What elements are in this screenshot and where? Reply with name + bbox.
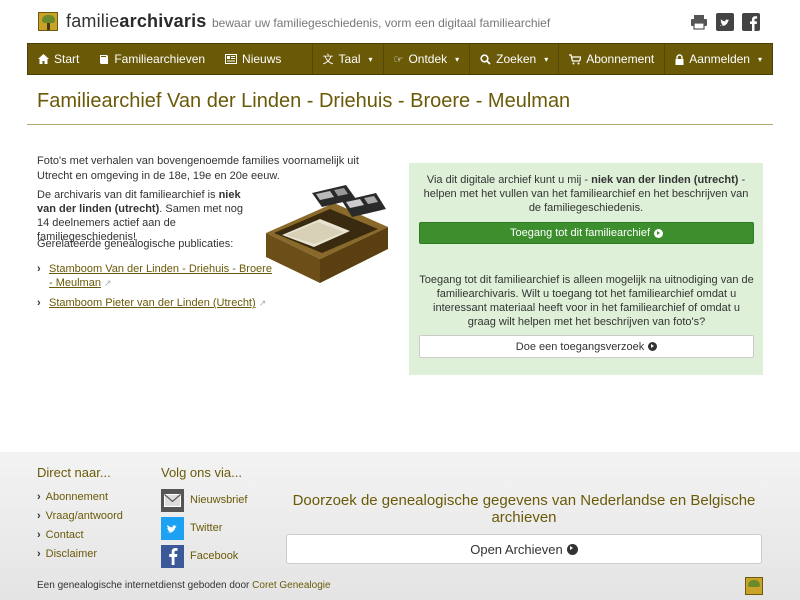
coret-genealogie-link[interactable]: Coret Genealogie: [252, 580, 330, 591]
panel-access-text: Toegang tot dit familiearchief is alleen…: [419, 274, 754, 328]
archive-search-title: Doorzoek de genealogische gegevens van N…: [292, 492, 756, 526]
circle-arrow-right-icon: [648, 342, 658, 351]
chevron-right-icon: ›: [37, 547, 41, 560]
nav-abonnement[interactable]: Abonnement: [558, 44, 664, 74]
circle-arrow-right-icon: [654, 228, 664, 238]
nav-zoeken[interactable]: Zoeken ▾: [469, 44, 558, 74]
tree-logo-icon[interactable]: [38, 12, 58, 31]
chevron-right-icon: ›: [37, 509, 41, 522]
page-title: Familiearchief Van der Linden - Driehuis…: [37, 90, 571, 112]
publication-link[interactable]: Stamboom Van der Linden - Driehuis - Bro…: [49, 263, 272, 289]
publication-list: › Stamboom Van der Linden - Driehuis - B…: [37, 262, 277, 316]
twitter-icon[interactable]: [716, 13, 734, 31]
chevron-right-icon: ›: [37, 528, 41, 541]
lock-icon: [675, 53, 684, 65]
site-tagline: bewaar uw familiegeschiedenis, vorm een …: [212, 16, 551, 30]
nav-familiearchieven[interactable]: Familiearchieven: [89, 44, 215, 74]
envelope-icon: [161, 488, 184, 512]
chevron-right-icon: ›: [37, 297, 41, 309]
chevron-down-icon: ▾: [757, 54, 762, 64]
archive-box-image: [264, 185, 390, 285]
footer-credit: Een genealogische internetdienst geboden…: [37, 580, 331, 591]
chevron-right-icon: ›: [37, 490, 41, 503]
main-navbar: Start Familiearchieven Nieuws 文 Taal ▾ ☞…: [27, 43, 773, 75]
footer-direct-list: › Abonnement › Vraag/antwoord › Contact › Di…: [37, 487, 123, 563]
nav-taal[interactable]: 文 Taal ▾: [311, 44, 383, 74]
facebook-icon[interactable]: [742, 13, 760, 31]
footer-link-abonnement[interactable]: › Abonnement: [37, 487, 123, 506]
nav-aanmelden[interactable]: Aanmelden ▾: [664, 44, 772, 74]
chevron-down-icon: ▾: [544, 54, 549, 64]
footer-direct-heading: Direct naar...: [37, 465, 111, 480]
list-item: › Stamboom Pieter van der Linden (Utrech…: [37, 296, 277, 310]
social-twitter[interactable]: Twitter: [161, 514, 247, 542]
home-icon: [38, 54, 49, 64]
cart-icon: [569, 53, 582, 64]
title-divider: [27, 124, 773, 125]
chevron-down-icon: ▾: [455, 54, 460, 64]
chevron-right-icon: ›: [37, 263, 41, 275]
footer-link-contact[interactable]: › Contact: [37, 525, 123, 544]
panel-intro-text: Via dit digitale archief kunt u mij - ni…: [423, 174, 749, 214]
hand-pointer-icon: ☞: [393, 53, 404, 66]
circle-arrow-right-icon: [566, 543, 578, 555]
access-archive-button[interactable]: Toegang tot dit familiearchief: [419, 222, 754, 244]
tree-logo-icon[interactable]: [745, 577, 763, 595]
access-panel: Via dit digitale archief kunt u mij - ni…: [409, 163, 763, 375]
language-icon: 文: [322, 54, 334, 66]
open-archives-button[interactable]: Open Archieven: [286, 534, 762, 564]
twitter-icon: [161, 516, 184, 540]
archive-intro: Foto's met verhalen van bovengenoemde fa…: [37, 155, 359, 182]
nav-nieuws[interactable]: Nieuws: [215, 44, 291, 74]
external-link-icon: ↗: [104, 278, 112, 288]
top-header: familiearchivaris bewaar uw familiegesch…: [0, 0, 800, 42]
list-item: › Stamboom Van der Linden - Driehuis - B…: [37, 262, 277, 290]
search-icon: [480, 53, 491, 65]
newspaper-icon: [225, 54, 238, 64]
nav-ontdek[interactable]: ☞ Ontdek ▾: [382, 44, 470, 74]
request-access-button[interactable]: Doe een toegangsverzoek: [419, 335, 754, 358]
book-icon: [100, 54, 109, 64]
site-logo-text[interactable]: familiearchivaris: [66, 11, 206, 32]
footer-link-faq[interactable]: › Vraag/antwoord: [37, 506, 123, 525]
related-label: Gerelateerde genealogische publicaties:: [37, 238, 234, 250]
top-icons: [690, 13, 760, 31]
footer-follow-heading: Volg ons via...: [161, 465, 242, 480]
facebook-icon: [161, 544, 184, 568]
print-icon[interactable]: [690, 13, 708, 31]
external-link-icon: ↗: [258, 298, 267, 308]
nav-start[interactable]: Start: [28, 44, 89, 74]
chevron-down-icon: ▾: [368, 54, 373, 64]
social-links: Nieuwsbrief Twitter Facebook: [161, 486, 247, 570]
social-facebook[interactable]: Facebook: [161, 542, 247, 570]
footer-link-disclaimer[interactable]: › Disclaimer: [37, 544, 123, 563]
social-newsletter[interactable]: Nieuwsbrief: [161, 486, 247, 514]
publication-link[interactable]: Stamboom Pieter van der Linden (Utrecht): [49, 297, 256, 309]
archivist-info: De archivaris van dit familiearchief is …: [37, 189, 244, 243]
